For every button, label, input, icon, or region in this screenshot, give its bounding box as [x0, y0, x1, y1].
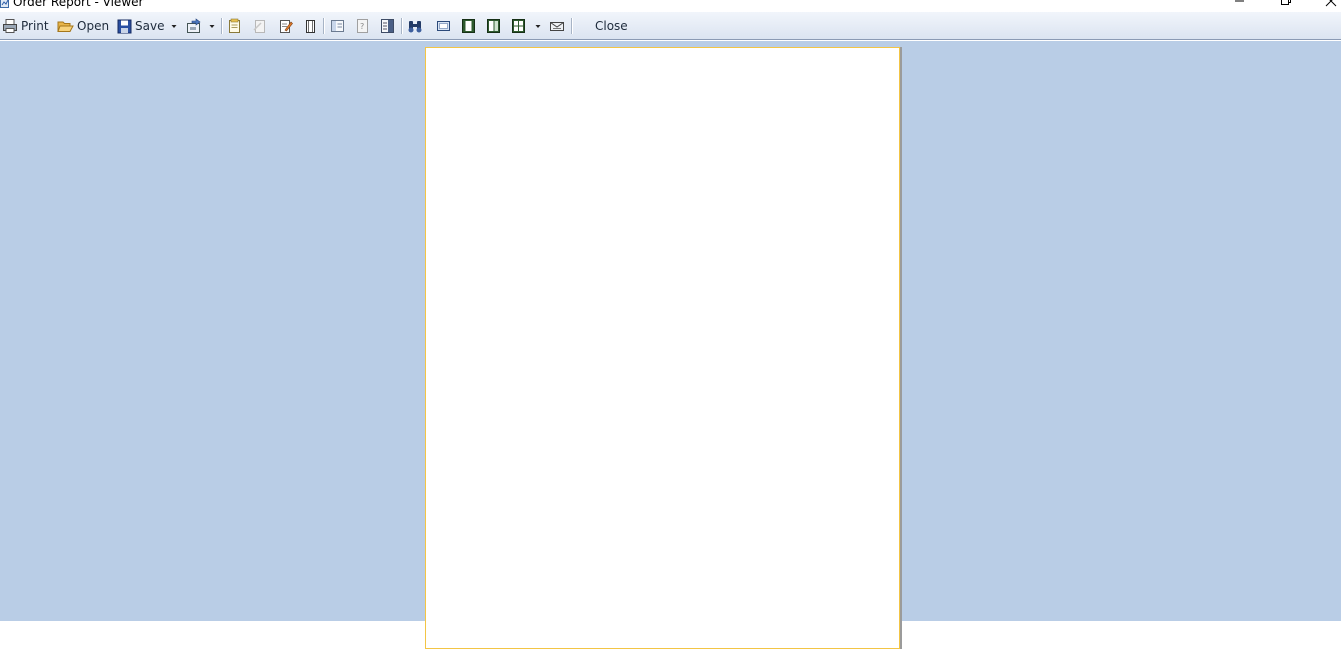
close-viewer-button[interactable]: Close	[592, 16, 628, 36]
floppy-disk-icon	[117, 19, 132, 33]
full-screen-button[interactable]	[436, 16, 451, 36]
svg-text:?: ?	[360, 22, 364, 31]
report-viewer-area[interactable]	[0, 41, 1341, 649]
single-page-icon	[462, 19, 475, 33]
open-label: Open	[77, 19, 110, 33]
toolbar-separator	[401, 18, 403, 34]
page-disabled-icon	[253, 20, 265, 33]
page-setup-button[interactable]	[227, 16, 242, 36]
design-button[interactable]	[278, 16, 293, 36]
multiple-pages-icon	[512, 19, 525, 33]
save-button[interactable]: Save	[117, 16, 164, 36]
report-page[interactable]	[425, 47, 900, 649]
minimize-icon[interactable]	[1233, 0, 1247, 8]
binoculars-icon	[408, 21, 422, 33]
export-button[interactable]	[186, 16, 202, 36]
send-icon	[550, 22, 564, 31]
page-icon	[306, 20, 315, 33]
printer-icon	[3, 19, 17, 33]
report-icon	[0, 0, 9, 8]
viewer-toolbar: Print Open Save ? Close	[0, 12, 1341, 40]
zoom-dropdown-chevron-down-icon[interactable]	[534, 16, 542, 36]
bookmarks-button[interactable]	[330, 16, 345, 36]
pencil-page-icon	[280, 20, 293, 33]
window-title-bar: Order Report - Viewer	[0, 0, 1341, 12]
continuous-page-button[interactable]	[486, 16, 501, 36]
toolbar-separator	[323, 18, 325, 34]
folder-open-icon	[57, 21, 74, 32]
thumbnails-button[interactable]	[380, 16, 395, 36]
full-screen-icon	[437, 21, 450, 31]
single-page-button[interactable]	[461, 16, 476, 36]
print-label: Print	[21, 19, 49, 33]
send-email-button[interactable]	[549, 16, 565, 36]
export-dropdown-chevron-down-icon[interactable]	[208, 16, 216, 36]
save-label: Save	[135, 19, 165, 33]
restore-icon[interactable]	[1278, 0, 1292, 8]
continuous-page-icon	[487, 19, 500, 33]
print-button[interactable]: Print	[2, 16, 49, 36]
export-icon	[187, 18, 201, 33]
save-dropdown-chevron-down-icon[interactable]	[170, 16, 178, 36]
parameters-button[interactable]: ?	[355, 16, 370, 36]
thumbnails-panel-icon	[381, 19, 394, 33]
close-icon[interactable]	[1324, 0, 1338, 8]
toolbar-separator	[221, 18, 223, 34]
multiple-pages-button[interactable]	[511, 16, 526, 36]
open-button[interactable]: Open	[57, 16, 109, 36]
bookmarks-panel-icon	[331, 20, 344, 32]
page-size-button[interactable]	[303, 16, 318, 36]
window-title: Order Report - Viewer	[13, 0, 144, 9]
page-setup-icon	[229, 18, 240, 33]
find-button[interactable]	[407, 16, 424, 36]
toolbar-separator	[571, 18, 573, 34]
help-page-icon: ?	[357, 19, 368, 33]
close-label: Close	[595, 19, 628, 33]
edit-page-button[interactable]	[252, 16, 267, 36]
